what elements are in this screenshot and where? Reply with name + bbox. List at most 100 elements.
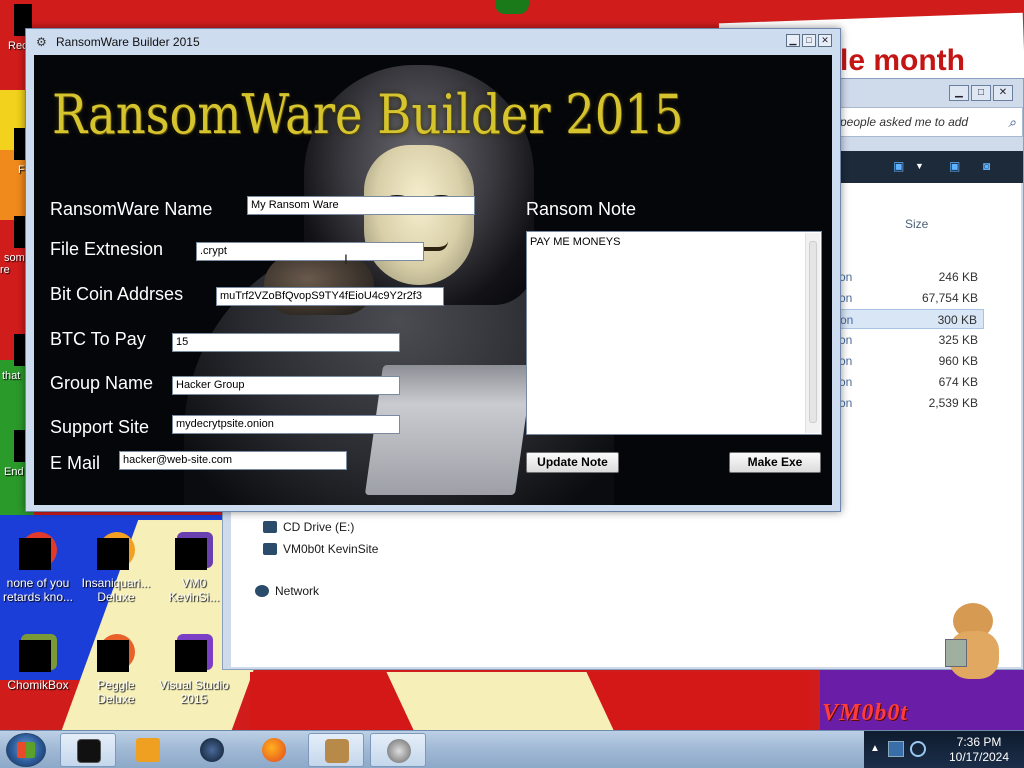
desktop-icon-peggle-deluxe[interactable]: Peggle Deluxe [80,632,152,706]
file-size: 960 KB [938,354,978,368]
hacker-hand [264,255,374,315]
file-row[interactable]: on 325 KB [839,330,984,350]
window-titlebar[interactable]: ⚙ RansomWare Builder 2015 ▁ □ ✕ [26,29,840,55]
start-button[interactable] [6,733,46,767]
nav-item-label: VM0b0t KevinSite [283,542,379,556]
email-label: E Mail [50,453,101,473]
terminal-icon [77,739,101,763]
chevron-down-icon[interactable]: ▼ [915,161,924,171]
file-name: on [839,270,853,284]
drive-icon [263,543,277,555]
desktop-icon-label: som re [0,252,25,276]
desktop-icon-chomikbox[interactable]: ChomikBox [2,632,74,692]
ransom-note-text: PAY ME MONEYS [530,236,621,248]
file-row[interactable]: on 2,539 KB [839,393,984,413]
file-size: 325 KB [938,333,978,347]
nav-item-cd-drive[interactable]: CD Drive (E:) [263,520,354,534]
maximize-icon[interactable]: □ [971,85,991,101]
file-extension-label: File Extnesion [50,239,164,259]
minimize-icon[interactable]: ▁ [949,85,969,101]
network-icon[interactable] [888,741,904,757]
preview-icon[interactable]: ▣ [949,159,960,173]
app-title-logo: RansomWare Builder 2015 [52,83,684,146]
taskbar-app-terminal[interactable] [60,733,116,767]
app-icon [173,632,215,674]
file-size: 67,754 KB [921,291,978,305]
app-icon [17,632,59,674]
file-row-selected[interactable]: on 300 KB [839,309,984,329]
close-icon[interactable]: ✕ [818,34,832,47]
desktop-icon-none-of-you[interactable]: none of you retards kno... [2,530,74,604]
desktop-icon-vm0-kevinsite[interactable]: VM0 KevinSi... [158,530,230,604]
file-name: on [840,313,854,327]
taskbar-app-firefox[interactable] [246,733,302,767]
nav-item-vm-site[interactable]: VM0b0t KevinSite [263,542,378,556]
maximize-icon[interactable]: □ [802,34,816,47]
group-name-input[interactable]: Hacker Group [172,376,400,395]
cd-drive-icon [263,521,277,533]
file-row[interactable]: on 960 KB [839,351,984,371]
ransom-note-textarea[interactable]: PAY ME MONEYS [526,231,822,435]
file-row[interactable]: on 674 KB [839,372,984,392]
globe-icon [200,738,224,762]
make-exe-button[interactable]: Make Exe [729,452,821,473]
desktop-icon-label: Insaniquari... Deluxe [81,576,151,604]
clock[interactable]: 7:36 PM 10/17/2024 [942,735,1016,765]
bitcoin-address-input[interactable]: muTrf2VZoBfQvopS9TY4fEioU4c9Y2r2f3 [216,287,444,306]
file-name: on [839,396,853,410]
view-icon[interactable]: ▣ [893,159,904,173]
email-input[interactable]: hacker@web-site.com [119,451,347,470]
ransomware-name-input[interactable]: My Ransom Ware [247,196,475,215]
taskbar-app-ransomware-builder[interactable] [370,733,426,767]
support-site-input[interactable]: mydecrytpsite.onion [172,415,400,434]
update-note-button[interactable]: Update Note [526,452,619,473]
desktop-icon-label: VM0 KevinSi... [168,576,220,604]
file-size: 2,539 KB [928,396,978,410]
file-extension-input[interactable]: .crypt [196,242,424,261]
ransom-note-label: Ransom Note [526,199,637,219]
file-row[interactable]: on 67,754 KB [839,288,984,308]
nav-item-label: Network [275,584,320,598]
desktop-icon-insaniquarium[interactable]: Insaniquari... Deluxe [80,530,152,604]
minimize-icon[interactable]: ▁ [786,34,800,47]
support-site-label: Support Site [50,417,150,437]
wallpaper-logo: VM0b0t [822,700,909,726]
ransomware-builder-window: ⚙ RansomWare Builder 2015 ▁ □ ✕ RansomWa… [25,28,841,512]
taskbar-app-media-player[interactable] [120,733,176,767]
desktop-icon-label: that [2,370,21,382]
desktop-icon-label: End [4,466,24,478]
ransomware-name-label: RansomWare Name [50,199,213,219]
guy-fawkes-mask [364,145,474,285]
desktop-icon-label: none of you retards kno... [2,576,74,604]
close-icon[interactable]: ✕ [993,85,1013,101]
app-icon [95,530,137,572]
file-name: on [839,354,853,368]
app-icon [17,530,59,572]
explorer-toolbar: ▣ ▼ ▣ ◙ [833,151,1023,183]
bitcoin-address-label: Bit Coin Addrses [50,284,184,304]
file-size: 246 KB [938,270,978,284]
show-hidden-icons-icon[interactable]: ▲ [870,743,880,754]
network-icon [255,585,269,597]
hamster-icon [325,739,349,763]
file-row[interactable]: on 246 KB [839,267,984,287]
window-client-area: RansomWare Builder 2015 RansomWare Name … [34,55,832,505]
wallpaper-stripe [386,672,614,730]
file-size: 674 KB [938,375,978,389]
window-title: RansomWare Builder 2015 [56,35,200,49]
help-icon[interactable]: ◙ [983,159,990,173]
column-header-size[interactable]: Size [905,217,928,231]
note-scrollbar[interactable] [805,233,820,433]
explorer-search-input[interactable]: people asked me to add ⌕ [833,107,1023,137]
nav-item-label: CD Drive (E:) [283,520,355,534]
file-size: 300 KB [937,313,977,327]
btc-to-pay-input[interactable]: 15 [172,333,400,352]
nav-item-network[interactable]: Network [255,584,319,598]
search-icon[interactable]: ⌕ [1008,114,1016,131]
taskbar-app-chomikbox[interactable] [308,733,364,767]
windows-logo-icon [17,742,35,758]
taskbar-app-globe[interactable] [184,733,240,767]
scrollbar-thumb[interactable] [809,241,817,423]
volume-icon[interactable] [910,741,926,757]
desktop-icon-visual-studio[interactable]: Visual Studio 2015 [158,632,230,706]
